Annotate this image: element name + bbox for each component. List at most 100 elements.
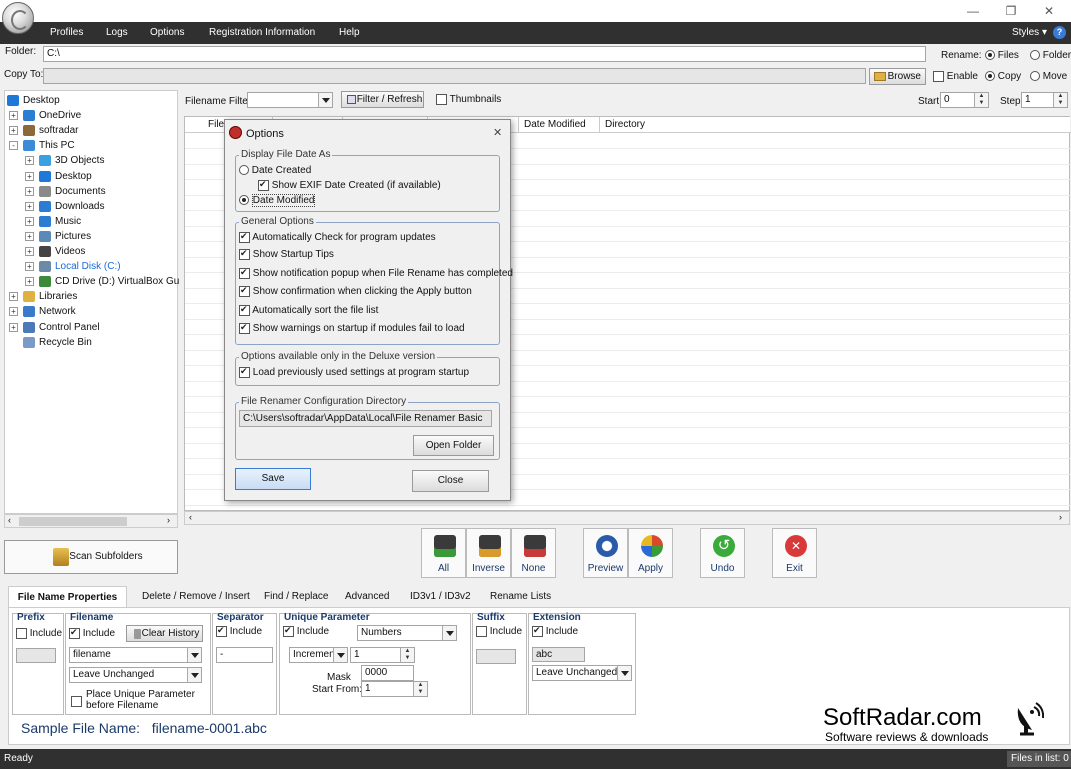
expand-icon[interactable]: + <box>9 111 18 121</box>
start-from-spinner-icon[interactable]: ▲ ▼ <box>413 682 427 696</box>
scroll-right-icon[interactable]: › <box>1059 512 1062 522</box>
expand-icon[interactable]: + <box>9 307 18 317</box>
increment-input[interactable]: 1 ▲ ▼ <box>350 647 415 663</box>
folder-tree[interactable]: Desktop + OneDrive + softradar - This PC +3D Ob… <box>4 90 179 514</box>
inverse-button[interactable]: Inverse <box>466 528 511 578</box>
expand-icon[interactable]: + <box>25 201 34 211</box>
date-created-option[interactable]: Date Created <box>239 165 311 176</box>
step-input[interactable]: 1 ▲ ▼ <box>1021 92 1068 108</box>
enable-checkbox[interactable] <box>933 71 944 82</box>
general-option-checkbox[interactable] <box>239 267 250 279</box>
general-option[interactable]: Show notification popup when File Rename… <box>239 267 513 279</box>
general-option[interactable]: Show confirmation when clicking the Appl… <box>239 285 472 297</box>
extension-include-option[interactable]: Include <box>532 625 578 637</box>
dialog-close-button[interactable]: Close <box>412 470 489 492</box>
file-list-scrollbar[interactable]: ‹ › <box>184 511 1070 525</box>
clear-history-button[interactable]: Clear History <box>126 625 203 642</box>
unique-include-checkbox[interactable] <box>283 625 294 637</box>
expand-icon[interactable]: + <box>25 186 34 196</box>
collapse-icon[interactable]: - <box>9 141 18 151</box>
filename-select[interactable]: filename <box>69 647 202 663</box>
scroll-right-icon[interactable]: › <box>167 515 170 525</box>
unique-type-select[interactable]: Numbers <box>357 625 457 641</box>
styles-menu[interactable]: Styles ▾ <box>1012 22 1047 44</box>
suffix-input[interactable] <box>476 649 516 664</box>
filename-include-option[interactable]: Include <box>69 627 115 639</box>
tab-id3[interactable]: ID3v1 / ID3v2 <box>410 586 471 607</box>
browse-button[interactable]: Browse <box>869 68 926 85</box>
minimize-button[interactable]: — <box>958 3 988 19</box>
date-created-radio[interactable] <box>239 165 249 176</box>
restore-button[interactable]: ❐ <box>996 3 1026 19</box>
place-unique-label[interactable]: Place Unique Parameter before Filename <box>86 689 206 711</box>
general-option-checkbox[interactable] <box>239 248 250 260</box>
show-exif-checkbox[interactable] <box>258 179 269 191</box>
show-exif-option[interactable]: Show EXIF Date Created (if available) <box>258 179 441 191</box>
tab-delete-remove-insert[interactable]: Delete / Remove / Insert <box>142 586 250 607</box>
expand-icon[interactable]: + <box>25 231 34 241</box>
scroll-left-icon[interactable]: ‹ <box>8 515 11 525</box>
folder-input[interactable]: C:\ <box>43 46 926 62</box>
expand-icon[interactable]: + <box>9 322 18 332</box>
help-icon[interactable]: ? <box>1053 26 1066 39</box>
thumbnails-checkbox[interactable] <box>436 94 447 105</box>
exit-button[interactable]: ✕ Exit <box>772 528 817 578</box>
start-spinner-icon[interactable]: ▲ ▼ <box>974 93 988 107</box>
mask-input[interactable]: 0000 <box>361 665 414 681</box>
scroll-left-icon[interactable]: ‹ <box>189 512 192 522</box>
extension-input[interactable]: abc <box>532 647 585 662</box>
general-option[interactable]: Automatically sort the file list <box>239 304 378 316</box>
apply-button[interactable]: Apply <box>628 528 673 578</box>
expand-icon[interactable]: + <box>25 277 34 287</box>
prefix-include-option[interactable]: Include <box>16 628 62 639</box>
copy-option[interactable]: Copy <box>985 71 1021 82</box>
separator-include-option[interactable]: Include <box>216 625 262 637</box>
column-header-directory[interactable]: Directory <box>600 117 1070 132</box>
tab-rename-lists[interactable]: Rename Lists <box>490 586 551 607</box>
expand-icon[interactable]: + <box>25 247 34 256</box>
general-option[interactable]: Show warnings on startup if modules fail… <box>239 322 465 334</box>
menu-options[interactable]: Options <box>150 22 184 44</box>
undo-button[interactable]: ↺ Undo <box>700 528 745 578</box>
general-option-checkbox[interactable] <box>239 322 250 334</box>
step-spinner-icon[interactable]: ▲ ▼ <box>1053 93 1067 107</box>
move-radio[interactable] <box>1030 71 1040 82</box>
increment-spinner-icon[interactable]: ▲ ▼ <box>400 648 414 662</box>
enable-option[interactable]: Enable <box>933 71 978 82</box>
column-header-date-modified[interactable]: Date Modified <box>519 117 600 132</box>
dialog-close-icon[interactable]: ✕ <box>493 126 502 139</box>
date-modified-radio[interactable] <box>239 195 249 206</box>
load-settings-option[interactable]: Load previously used settings at program… <box>239 366 469 378</box>
tab-find-replace[interactable]: Find / Replace <box>264 586 328 607</box>
extension-case-select[interactable]: Leave Unchanged <box>532 665 632 681</box>
start-from-input[interactable]: 1 ▲ ▼ <box>361 681 428 697</box>
scan-subfolders-button[interactable]: Scan Subfolders <box>4 540 178 574</box>
suffix-include-option[interactable]: Include <box>476 626 522 637</box>
folders-radio[interactable] <box>1030 50 1040 61</box>
filter-refresh-button[interactable]: Filter / Refresh <box>341 91 424 108</box>
rename-files-option[interactable]: Files <box>985 50 1019 61</box>
filename-filter-select[interactable] <box>247 92 333 108</box>
rename-folders-option[interactable]: Folders <box>1030 50 1071 61</box>
prefix-input[interactable] <box>16 648 56 663</box>
move-option[interactable]: Move <box>1030 71 1067 82</box>
expand-icon[interactable]: + <box>25 156 34 166</box>
tab-file-name-properties[interactable]: File Name Properties <box>8 586 127 608</box>
scroll-thumb[interactable] <box>19 517 127 526</box>
open-folder-button[interactable]: Open Folder <box>413 435 494 456</box>
select-none-button[interactable]: None <box>511 528 556 578</box>
preview-button[interactable]: Preview <box>583 528 628 578</box>
general-option[interactable]: Show Startup Tips <box>239 248 334 260</box>
start-input[interactable]: 0 ▲ ▼ <box>940 92 989 108</box>
close-window-button[interactable]: ✕ <box>1034 3 1064 19</box>
separator-input[interactable]: - <box>216 647 273 663</box>
thumbnails-option[interactable]: Thumbnails <box>436 94 501 105</box>
expand-icon[interactable]: + <box>25 171 34 181</box>
place-unique-checkbox[interactable] <box>71 696 82 707</box>
expand-icon[interactable]: + <box>25 216 34 226</box>
select-all-button[interactable]: All <box>421 528 466 578</box>
filename-case-select[interactable]: Leave Unchanged <box>69 667 202 683</box>
suffix-include-checkbox[interactable] <box>476 626 487 637</box>
filename-include-checkbox[interactable] <box>69 627 80 639</box>
date-modified-option[interactable]: Date Modified <box>239 194 316 207</box>
